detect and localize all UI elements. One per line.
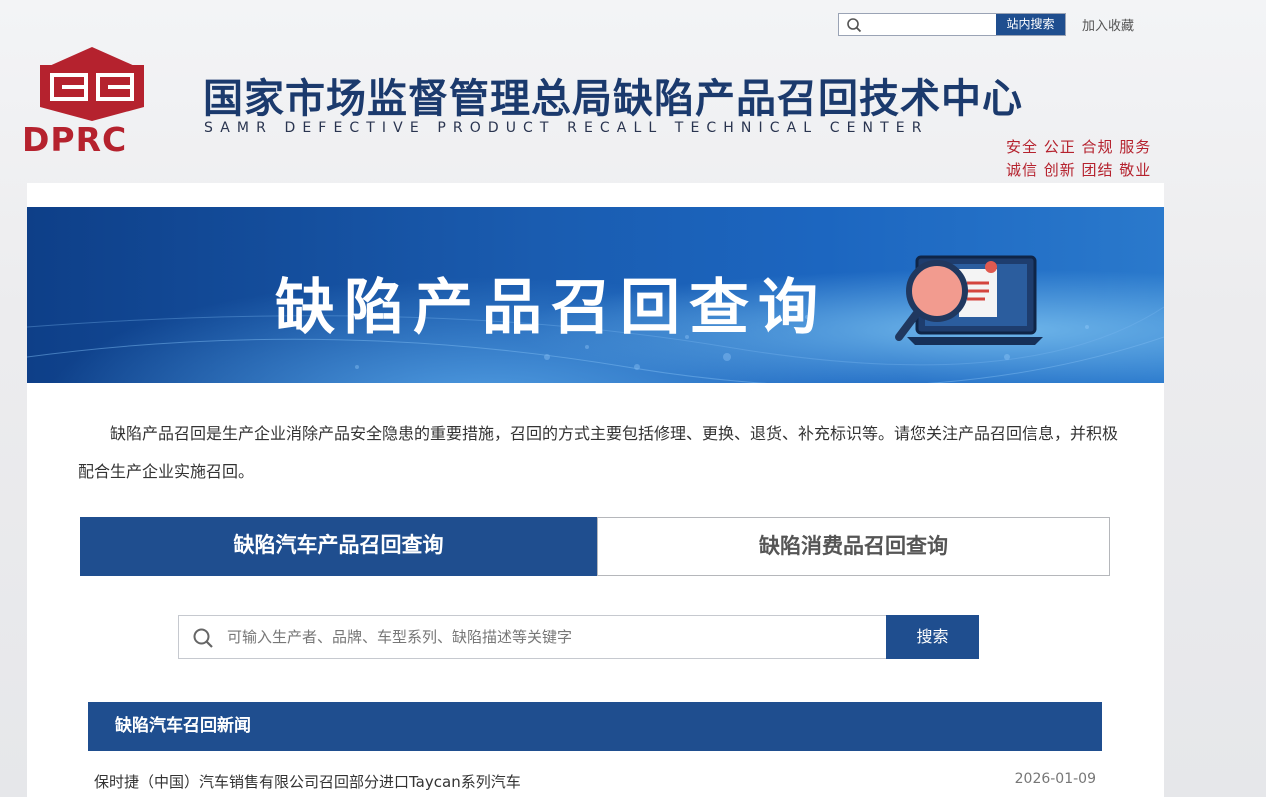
banner-title: 缺陷产品召回查询 — [275, 273, 827, 343]
recall-query-banner: 缺陷产品召回查询 — [27, 207, 1164, 383]
magnifier-document-icon — [895, 255, 1043, 345]
search-icon — [193, 628, 213, 648]
motto-line-2: 诚信 创新 团结 敬业 — [1006, 161, 1152, 179]
top-search-bar: 站内搜索 — [838, 13, 1066, 36]
recall-search-input[interactable] — [227, 616, 877, 658]
recall-search-box — [178, 615, 887, 659]
news-item-title[interactable]: 保时捷（中国）汽车销售有限公司召回部分进口Taycan系列汽车 — [94, 773, 521, 791]
news-section-header: 缺陷汽车召回新闻 — [88, 702, 1102, 751]
intro-text: 缺陷产品召回是生产企业消除产品安全隐患的重要措施，召回的方式主要包括修理、更换、… — [78, 424, 1119, 481]
site-title: 国家市场监督管理总局缺陷产品召回技术中心 — [203, 76, 1023, 122]
main-card: 缺陷产品召回查询 缺陷产品召回是生产企业消除产品安全隐患的重要措施，召回的方式主… — [27, 183, 1164, 797]
news-item-date: 2026-01-09 — [1014, 771, 1096, 787]
tab-vehicle-recall[interactable]: 缺陷汽车产品召回查询 — [80, 517, 597, 576]
query-tabs: 缺陷汽车产品召回查询 缺陷消费品召回查询 — [80, 517, 1110, 576]
search-button[interactable]: 搜索 — [886, 615, 979, 659]
site-search-button[interactable]: 站内搜索 — [996, 14, 1065, 35]
add-favorite-link[interactable]: 加入收藏 — [1082, 15, 1134, 34]
tab-consumer-recall[interactable]: 缺陷消费品召回查询 — [597, 517, 1110, 576]
top-search-input[interactable] — [867, 14, 997, 35]
logo-wordmark: DPRC — [22, 120, 128, 159]
motto: 安全 公正 合规 服务 诚信 创新 团结 敬业 — [1006, 136, 1151, 182]
site-subtitle: SAMR DEFECTIVE PRODUCT RECALL TECHNICAL … — [204, 120, 929, 136]
motto-line-1: 安全 公正 合规 服务 — [1006, 138, 1152, 156]
news-item[interactable]: 保时捷（中国）汽车销售有限公司召回部分进口Taycan系列汽车 2026-01-… — [94, 771, 1096, 797]
search-icon — [847, 18, 862, 33]
